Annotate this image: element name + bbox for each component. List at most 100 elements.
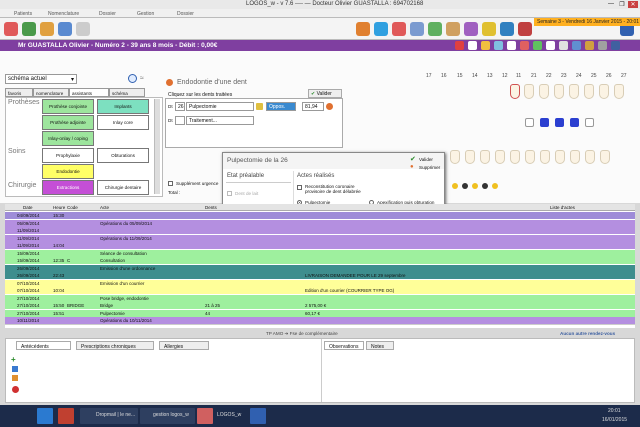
inlay-onlay-button[interactable]: Inlay-onlay / coping <box>42 131 94 146</box>
tool-3-icon[interactable] <box>392 22 406 36</box>
table-row[interactable]: 07/10/2014 Emission d'un courrier <box>5 279 635 287</box>
tooth-12[interactable] <box>510 84 520 99</box>
crown-25-icon[interactable] <box>555 118 564 127</box>
col-code[interactable]: Code <box>67 205 78 210</box>
crown-23-icon[interactable] <box>525 118 534 127</box>
tool-2-icon[interactable] <box>374 22 388 36</box>
prophylaxie-button[interactable]: Prophylaxie <box>42 148 94 163</box>
close-button[interactable]: ✕ <box>628 1 638 8</box>
prothese-adjointe-button[interactable]: Prothèse adjointe <box>42 115 94 130</box>
row1-act[interactable]: Pulpectomie <box>186 102 254 111</box>
table-row[interactable]: 11/09/2014 <box>5 227 635 234</box>
tooth-21[interactable] <box>539 84 549 99</box>
table-row[interactable]: 15/09/2014 12:35 C Consultation <box>5 257 635 264</box>
col-liste-actes[interactable]: Liste d'actes <box>550 205 575 210</box>
tab-antecedents[interactable]: Antécédents <box>16 341 71 350</box>
bag-icon[interactable] <box>585 41 594 50</box>
maximize-button[interactable]: ❐ <box>617 1 627 8</box>
col-dents[interactable]: Dents <box>205 205 217 210</box>
xray-sign-icon[interactable] <box>452 183 458 189</box>
check-icon[interactable] <box>533 41 542 50</box>
tool-10-icon[interactable] <box>518 22 532 36</box>
table-row[interactable]: 07/10/2014 10:04 Edition d'un courrier (CO… <box>5 287 635 294</box>
table-row[interactable]: 04/09/2014 15:30 <box>5 212 635 219</box>
dialog-delete-button[interactable]: Supprimer <box>419 165 440 170</box>
extractions-button[interactable]: Extractions <box>42 180 94 195</box>
table-row[interactable]: 05/09/2014 Opérations du 05/09/2014 <box>5 219 635 227</box>
tab-notes[interactable]: Notes <box>366 341 394 350</box>
menu-dossier-2[interactable]: Dossier <box>177 11 194 17</box>
chirurgie-dentaire-button[interactable]: Chirurgie dentaire <box>97 180 149 195</box>
crown-27-icon[interactable] <box>585 118 594 127</box>
tooth-11[interactable] <box>524 84 534 99</box>
menu-dossier[interactable]: Dossier <box>99 11 116 17</box>
calendar-icon[interactable] <box>58 22 72 36</box>
reconstitution-checkbox[interactable] <box>297 185 302 190</box>
tooth-lower-8[interactable] <box>555 150 565 164</box>
table-row[interactable]: 10/11/2014 Opérations du 10/11/2014 <box>5 317 635 324</box>
col-date[interactable]: Date <box>23 205 33 210</box>
doc-icon[interactable] <box>559 41 568 50</box>
row1-status-icon[interactable] <box>326 103 333 110</box>
warning-2-icon[interactable] <box>492 183 498 189</box>
xray-icon[interactable] <box>494 41 503 50</box>
delete-icon[interactable] <box>12 386 19 393</box>
schema-select[interactable]: schéma actuel ▾ <box>5 74 77 84</box>
heart-icon[interactable] <box>455 41 464 50</box>
supp-urgence-checkbox[interactable] <box>168 181 173 186</box>
tooth-lower-3[interactable] <box>480 150 490 164</box>
tool-8-icon[interactable] <box>482 22 496 36</box>
tab-nomenclature[interactable]: nomenclature <box>33 88 69 97</box>
table-row[interactable]: 26/09/2014 22:43 LIVRAISON DEMANDEE POUR L… <box>5 272 635 279</box>
row1-amount[interactable]: 81,94 <box>302 102 324 111</box>
tool-4-icon[interactable] <box>410 22 424 36</box>
add-icon[interactable]: + <box>11 355 16 364</box>
bulb-icon[interactable] <box>481 41 490 50</box>
dialog-validate-button[interactable]: Valider <box>419 157 433 162</box>
app-icon-logos[interactable] <box>197 408 213 424</box>
mail-icon[interactable] <box>572 41 581 50</box>
endodontie-button[interactable]: Endodontie <box>42 164 94 179</box>
tool-7-icon[interactable] <box>464 22 478 36</box>
row2-act[interactable]: Traitement... <box>186 116 254 125</box>
sms-2-icon[interactable] <box>611 41 620 50</box>
radiation-2-icon[interactable] <box>482 183 488 189</box>
windows-start-icon[interactable] <box>37 408 53 424</box>
crown-24-icon[interactable] <box>540 118 549 127</box>
tooth-lower-6[interactable] <box>525 150 535 164</box>
tab-assistants[interactable]: assistants <box>69 88 109 97</box>
col-heure[interactable]: Heure <box>53 205 65 210</box>
list-icon[interactable] <box>598 41 607 50</box>
inlay-core-button[interactable]: Inlay core <box>97 115 149 130</box>
table-row[interactable]: 15/09/2014 Séance de consultation <box>5 249 635 257</box>
tool-6-icon[interactable] <box>446 22 460 36</box>
tooth-2-icon[interactable] <box>507 41 516 50</box>
tooth-lower-4[interactable] <box>495 150 505 164</box>
crown-26-icon[interactable] <box>570 118 579 127</box>
table-row[interactable]: 11/09/2014 Opérations du 11/09/2014 <box>5 234 635 242</box>
tooth-lower-11[interactable] <box>600 150 610 164</box>
obturations-button[interactable]: Obturations <box>97 148 149 163</box>
tooth-lower-1[interactable] <box>450 150 460 164</box>
prescription-icon[interactable] <box>520 41 529 50</box>
edit-icon[interactable] <box>256 103 263 110</box>
table-row[interactable]: 27/10/2014 15:50 BRIDGE Bridge 21 à 25 2 575,… <box>5 302 635 309</box>
tooth-icon[interactable] <box>468 41 477 50</box>
table-row[interactable]: 26/09/2014 Emission d'une ordonnance <box>5 264 635 272</box>
add-icon[interactable] <box>22 22 36 36</box>
endo-validate-button[interactable]: ✔ Valider <box>308 89 342 98</box>
radiation-icon[interactable] <box>462 183 468 189</box>
print-icon[interactable] <box>76 22 90 36</box>
tab-favoris[interactable]: favoris <box>5 88 33 97</box>
implants-button[interactable]: Implants <box>97 99 149 114</box>
tab-prescriptions[interactable]: Prescriptions chroniques <box>76 341 154 350</box>
tooth-lower-5[interactable] <box>510 150 520 164</box>
folder-icon[interactable] <box>40 22 54 36</box>
tooth-lower-7[interactable] <box>540 150 550 164</box>
edit-icon[interactable] <box>12 366 18 372</box>
menu-gestion[interactable]: Gestion <box>137 11 154 17</box>
menu-patients[interactable]: Patients <box>14 11 32 17</box>
app-icon-2[interactable] <box>250 408 266 424</box>
tool-1-icon[interactable] <box>356 22 370 36</box>
tooth-26[interactable] <box>614 84 624 99</box>
